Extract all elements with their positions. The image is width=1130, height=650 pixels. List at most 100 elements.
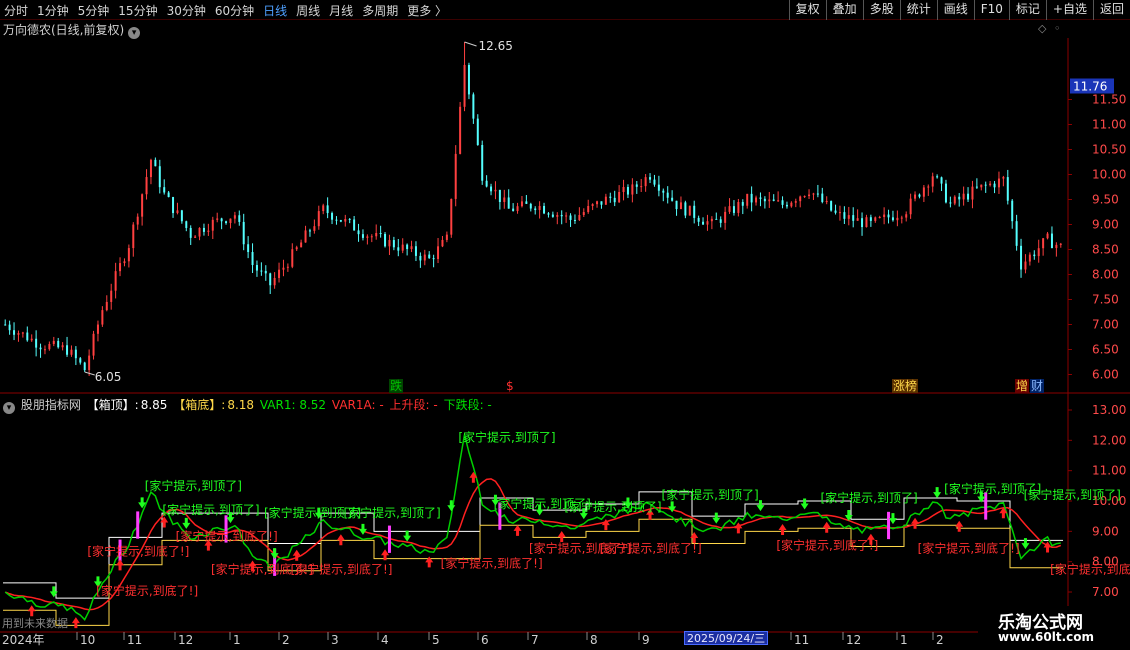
candle-body [481,144,484,181]
price-tick-label: 9.50 [1092,193,1119,207]
candle-body [216,218,219,220]
candle-body [755,197,758,203]
buy-arrow-icon [469,471,478,483]
candle-body [167,192,170,198]
candle-body [1024,261,1027,270]
candle-body [825,201,828,203]
candle-body [675,200,678,210]
side-panel-strip[interactable] [1119,21,1130,621]
candle-body [649,177,652,180]
candle-body [185,221,188,228]
candle-body [428,254,431,259]
candle-body [295,247,298,250]
candle-body [1020,245,1023,270]
crosshair-date: 2025/09/24/三 [684,631,769,645]
candle-body [715,218,718,220]
price-tick-label: 6.00 [1092,368,1119,382]
candle-body [816,193,819,195]
date-label: 9 [642,633,650,647]
candle-body [865,217,868,228]
candle-body [1028,254,1031,262]
candle-body [706,221,709,225]
candle-body [132,224,135,249]
top-hint-label: [家宁提示,到顶了] [145,478,242,493]
candle-body [101,310,104,325]
candle-body [662,190,665,193]
signal-bar [887,511,891,540]
candle-body [331,213,334,220]
candle-body [1046,233,1049,239]
candle-body [803,196,806,198]
candle-body [66,345,69,355]
date-label: 3 [331,633,339,647]
candle-body [198,227,201,237]
candle-body [547,213,550,215]
candle-body [993,183,996,188]
top-hint-label: [家宁提示,到顶了] [458,429,555,444]
candle-body [379,232,382,234]
buy-arrow-icon [822,521,831,533]
date-label: 2024年 [2,633,45,647]
kline-chart[interactable]: 11.5011.0010.5010.009.509.008.508.007.50… [0,0,1130,650]
candle-body [847,215,850,219]
candle-body [149,159,152,178]
buy-arrow-icon [778,524,787,536]
candle-body [909,198,912,215]
candle-body [587,205,590,213]
candle-body [21,332,24,334]
candle-body [476,118,479,145]
candle-body [936,176,939,178]
candle-body [1037,248,1040,257]
candle-body [1055,244,1058,249]
buy-arrow-icon [425,556,434,568]
candle-body [13,330,16,335]
top-hint-label: [家宁提示,到顶了] [1024,487,1121,502]
candle-body [653,179,656,185]
candle-body [666,192,669,198]
candle-body [207,230,210,232]
candle-body [984,184,987,186]
candle-body [626,187,629,195]
candle-body [772,199,775,201]
candle-body [154,159,157,167]
candle-body [644,177,647,187]
candle-body [344,218,347,222]
low-pointer [84,371,95,376]
candle-body [640,186,643,188]
candle-body [39,347,42,350]
candle-body [688,205,691,216]
buy-arrow-icon [71,617,80,629]
candle-body [304,230,307,243]
candle-body [43,349,46,351]
candle-body [746,193,749,206]
indicator-tick-label: 7.00 [1092,585,1119,599]
candle-body [180,210,183,222]
candle-body [463,64,466,107]
candle-body [17,333,20,335]
candle-body [927,186,930,188]
box-top-value: 8.85 [140,398,168,412]
candle-body [291,249,294,267]
date-label: 8 [590,633,598,647]
candle-body [269,273,272,286]
date-label: 11 [794,633,809,647]
candle-body [83,362,86,371]
candle-body [30,338,33,341]
candle-body [335,219,338,221]
top-hint-label: [家宁提示,到顶了] [564,499,661,514]
candle-body [317,211,320,227]
candle-body [410,246,413,250]
price-tick-label: 9.00 [1092,218,1119,232]
high-price-label: 12.65 [479,39,513,53]
indicator-name[interactable]: 股朋指标网 [21,398,81,412]
candle-body [777,200,780,202]
candle-body [419,255,422,261]
event-marker-2: 涨榜 [893,378,917,393]
sell-arrow-icon [358,523,367,535]
candle-body [353,219,356,231]
candle-body [600,201,603,205]
candle-body [242,221,245,245]
candle-body [604,196,607,205]
candle-body [989,183,992,186]
chevron-down-icon[interactable]: ▾ [3,402,15,414]
